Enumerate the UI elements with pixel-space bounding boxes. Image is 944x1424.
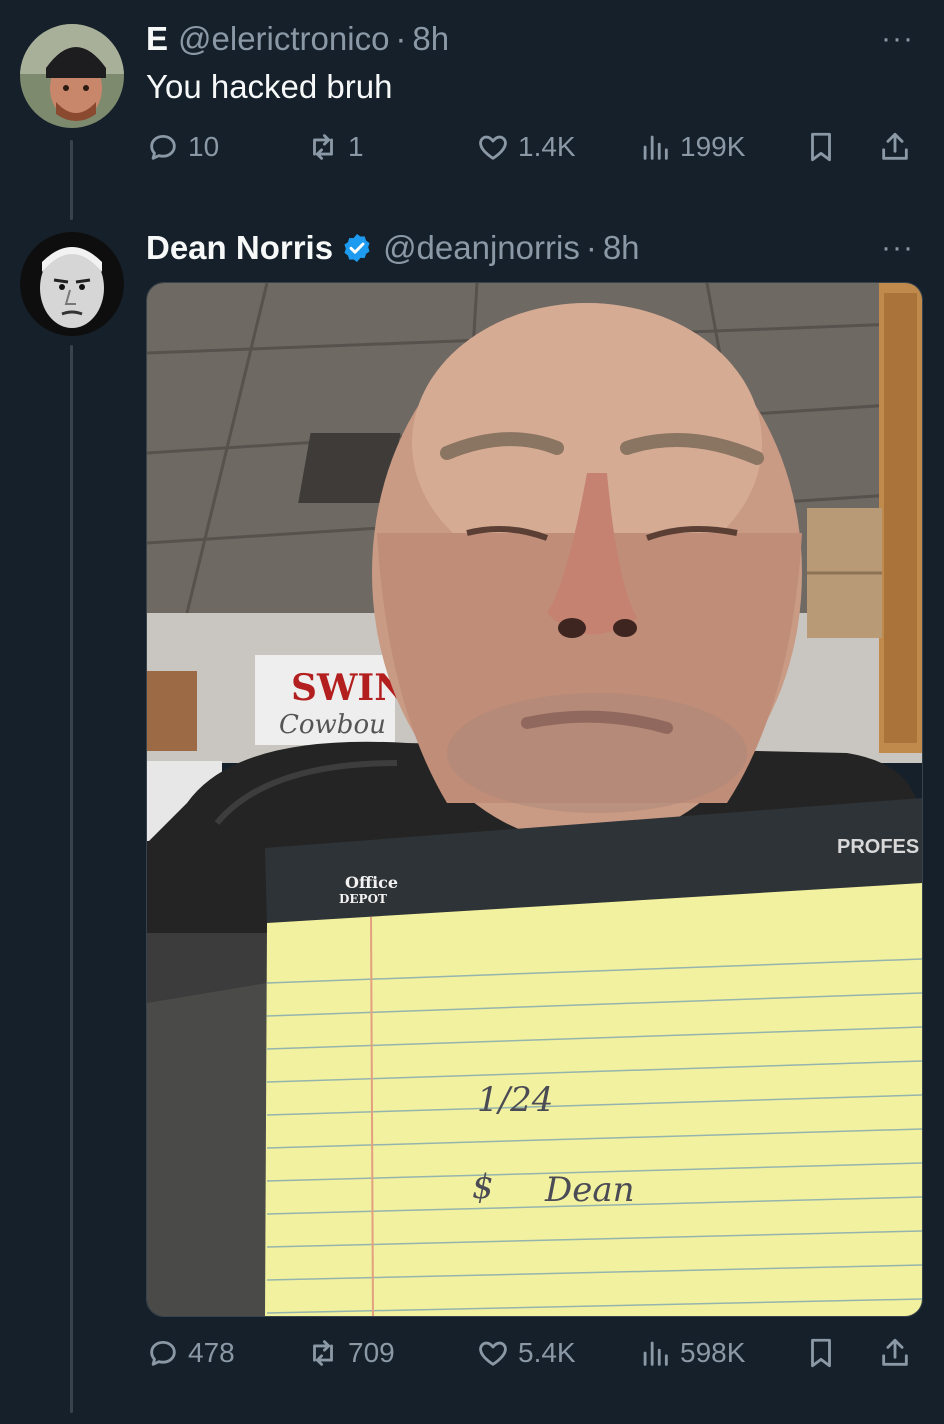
thread-connector-line <box>70 140 73 220</box>
share-icon <box>882 1338 908 1366</box>
pad-brand-line1: Office <box>345 873 398 892</box>
avatar[interactable] <box>20 232 124 336</box>
retweet-button[interactable]: 709 <box>306 1336 395 1370</box>
note-date: 1/24 <box>477 1080 553 1120</box>
views-button[interactable]: 199K <box>638 130 745 164</box>
views-chart-icon <box>643 135 668 160</box>
verified-badge-icon <box>344 234 370 262</box>
share-button[interactable] <box>878 1336 912 1370</box>
reply-button[interactable]: 10 <box>146 130 219 164</box>
reply-button[interactable]: 478 <box>146 1336 235 1370</box>
display-name[interactable]: E <box>146 20 168 58</box>
pad-label: PROFES <box>837 836 919 858</box>
action-bar: 10 1 1.4K 199K <box>146 130 924 174</box>
bookmark-icon <box>811 132 831 162</box>
user-handle[interactable]: @elerictronico <box>178 20 389 58</box>
share-icon <box>882 132 908 160</box>
reply-icon <box>150 1340 176 1366</box>
tweet-header: E @elerictronico · 8h <box>146 20 449 58</box>
note-dollar: $ <box>472 1167 494 1207</box>
timestamp[interactable]: 8h <box>412 20 449 58</box>
retweet-icon <box>313 1340 333 1366</box>
like-count: 1.4K <box>518 131 576 162</box>
view-count: 598K <box>680 1337 746 1368</box>
view-count: 199K <box>680 131 746 162</box>
banner-text-line2: Cowbou <box>279 710 386 740</box>
more-options-icon[interactable]: ··· <box>881 22 914 56</box>
like-count: 5.4K <box>518 1337 576 1368</box>
bookmark-button[interactable] <box>804 1336 838 1370</box>
display-name[interactable]: Dean Norris <box>146 229 333 267</box>
separator-dot: · <box>395 20 407 57</box>
reply-count: 478 <box>188 1337 235 1368</box>
like-button[interactable]: 1.4K <box>476 130 576 164</box>
views-chart-icon <box>643 1341 668 1366</box>
profile-photo-icon <box>20 232 124 336</box>
reply-icon <box>150 134 176 160</box>
pad-brand-line2: DEPOT <box>339 892 387 906</box>
retweet-count: 709 <box>348 1337 395 1368</box>
timestamp[interactable]: 8h <box>603 229 640 267</box>
share-button[interactable] <box>878 130 912 164</box>
selfie-photo: SWIN Cowbou Office DEPOT PROFES 1/24 $ D… <box>147 283 922 1316</box>
more-options-icon[interactable]: ··· <box>881 231 914 265</box>
thread-connector-line <box>70 345 73 1413</box>
action-bar: 478 709 5.4K 598K <box>146 1336 924 1380</box>
reply-count: 10 <box>188 131 220 162</box>
tweet-photo[interactable]: SWIN Cowbou Office DEPOT PROFES 1/24 $ D… <box>146 282 923 1317</box>
retweet-count: 1 <box>348 131 364 162</box>
tweet-text: You hacked bruh <box>146 68 393 105</box>
avatar[interactable] <box>20 24 124 128</box>
heart-icon <box>479 1341 507 1366</box>
heart-icon <box>479 135 507 160</box>
retweet-icon <box>313 134 333 160</box>
retweet-button[interactable]: 1 <box>306 130 364 164</box>
profile-photo-icon <box>20 24 124 128</box>
separator-dot: · <box>585 229 597 266</box>
note-signature: Dean <box>544 1170 635 1210</box>
views-button[interactable]: 598K <box>638 1336 745 1370</box>
bookmark-icon <box>811 1338 831 1368</box>
bookmark-button[interactable] <box>804 130 838 164</box>
like-button[interactable]: 5.4K <box>476 1336 576 1370</box>
tweet-header: Dean Norris @deanjnorris · 8h <box>146 229 640 267</box>
user-handle[interactable]: @deanjnorris <box>383 229 580 267</box>
